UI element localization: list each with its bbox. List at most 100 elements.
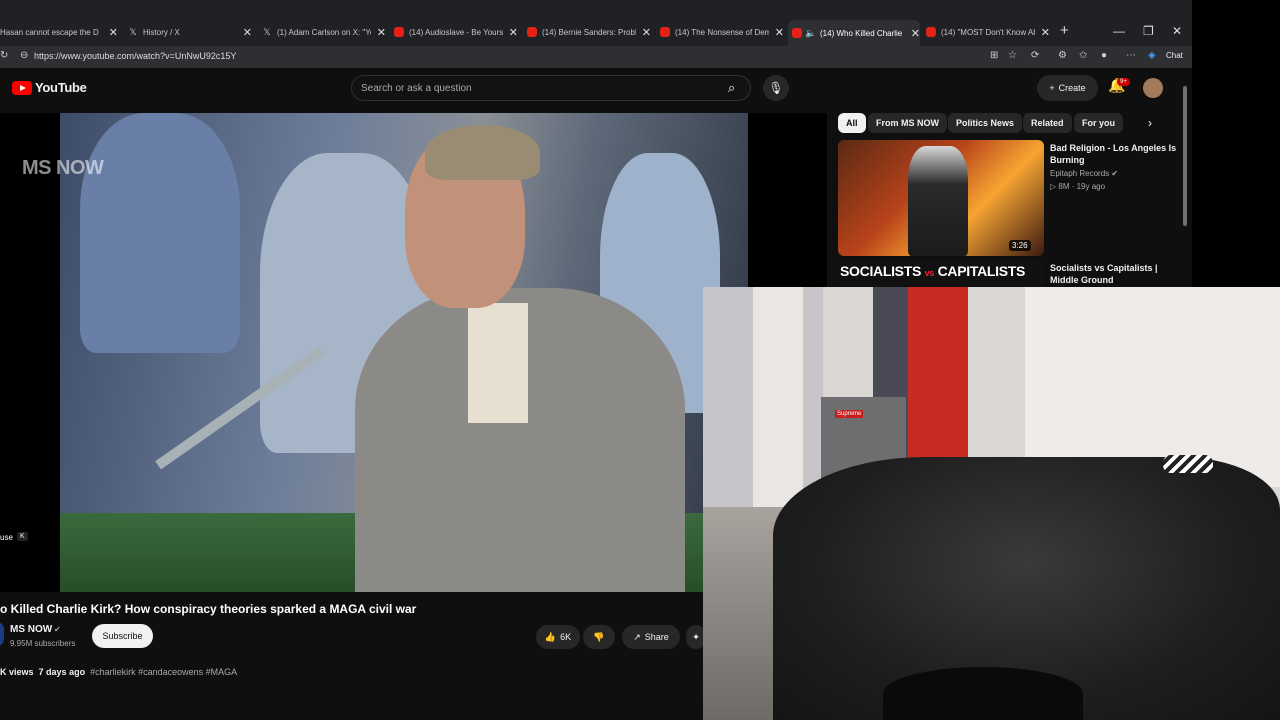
recommendation-title[interactable]: Socialists vs Capitalists | Middle Groun… — [1050, 262, 1180, 286]
thumbnail-text-vs: vs — [924, 268, 935, 278]
channel-avatar[interactable] — [0, 622, 4, 646]
close-icon[interactable]: ✕ — [775, 26, 784, 39]
close-icon[interactable]: ✕ — [509, 26, 518, 39]
youtube-icon — [792, 28, 802, 38]
extensions-icon[interactable]: ⟳ — [1031, 50, 1039, 61]
address-bar: ↻ ⊖ https://www.youtube.com/watch?v=UnNw… — [0, 46, 1192, 68]
plus-icon: + — [1049, 83, 1055, 93]
close-icon[interactable]: ✕ — [642, 26, 651, 39]
video-subject-hair — [425, 125, 540, 180]
search-icon[interactable]: ⌕ — [728, 80, 735, 96]
video-background-person — [80, 113, 240, 353]
more-menu-icon[interactable]: ⋯ — [1126, 50, 1136, 61]
x-logo-icon: 𝕏 — [129, 27, 137, 37]
youtube-play-icon — [12, 80, 32, 95]
more-icon: ✦ — [692, 631, 700, 642]
chip-politics-news[interactable]: Politics News — [948, 113, 1023, 133]
chip-all[interactable]: All — [838, 113, 866, 133]
youtube-icon — [527, 27, 537, 37]
browser-tab[interactable]: Hasan cannot escape the D ✕ — [0, 22, 118, 42]
search-box[interactable]: Search or ask a question ⌕ — [351, 75, 751, 101]
browser-tab[interactable]: (14) Audioslave - Be Yoursel ✕ — [394, 22, 518, 42]
channel-watermark: MS NOW — [22, 157, 104, 179]
chip-from-ms-now[interactable]: From MS NOW — [868, 113, 947, 133]
webcam-fridge-sticker: Supreme — [835, 410, 864, 418]
verified-icon: ✔ — [54, 625, 61, 634]
tab-title: (1) Adam Carlson on X: "Yo — [277, 27, 371, 37]
logo-text: YouTube — [35, 80, 87, 95]
notification-badge: 9+ — [1117, 78, 1130, 86]
like-count: 6K — [560, 632, 572, 642]
avatar[interactable] — [1143, 78, 1163, 98]
new-tab-icon[interactable]: + — [1060, 22, 1069, 39]
close-icon[interactable]: ✕ — [109, 26, 118, 39]
recommendation-thumbnail[interactable] — [838, 140, 1044, 256]
favorites-icon[interactable]: ✩ — [1079, 50, 1087, 61]
thumbnail-text-right: CAPITALISTS — [937, 263, 1026, 279]
video-duration: 3:26 — [1009, 240, 1031, 251]
video-metadata: K views 7 days ago #charliekirk #candace… — [0, 667, 237, 677]
close-icon[interactable]: ✕ — [243, 26, 252, 39]
tab-title: (14) Who Killed Charlie K — [820, 28, 905, 38]
close-icon[interactable]: ✕ — [1041, 26, 1050, 39]
recommendation-thumbnail[interactable]: SOCIALISTS vs CAPITALISTS — [838, 260, 1044, 286]
close-icon[interactable]: ✕ — [377, 26, 386, 39]
share-button[interactable]: ↗ Share — [622, 625, 680, 649]
like-button[interactable]: 👍 6K — [536, 625, 580, 649]
url-field[interactable]: https://www.youtube.com/watch?v=UnNwU92c… — [34, 51, 236, 61]
chevron-right-icon[interactable]: › — [1148, 116, 1152, 130]
window-close-icon[interactable]: ✕ — [1172, 24, 1182, 38]
tab-title: (14) Audioslave - Be Yoursel — [409, 27, 503, 37]
subscribe-button[interactable]: Subscribe — [92, 624, 153, 648]
favorite-star-icon[interactable]: ☆ — [1008, 50, 1017, 61]
profile-icon[interactable]: ● — [1101, 50, 1107, 61]
webcam-chair — [883, 667, 1083, 720]
microphone-icon[interactable]: 🎙 — [763, 75, 789, 101]
webcam-pillow — [1163, 455, 1213, 473]
restore-icon[interactable]: ❐ — [1143, 24, 1154, 38]
channel-name[interactable]: MS NOW — [10, 624, 52, 635]
app-icon[interactable]: ⊞ — [990, 50, 998, 61]
copilot-icon[interactable]: ◈ — [1148, 50, 1156, 61]
youtube-logo[interactable]: YouTube — [12, 80, 87, 95]
thumbnail-text: SOCIALISTS vs CAPITALISTS — [840, 263, 1025, 279]
browser-tab-active[interactable]: 🔈 (14) Who Killed Charlie K ✕ — [788, 20, 920, 46]
tab-title: (14) The Nonsense of Demo — [675, 27, 769, 37]
create-button[interactable]: + Create — [1037, 75, 1098, 101]
video-hashtags[interactable]: #charliekirk #candaceowens #MAGA — [90, 667, 237, 677]
browser-tab[interactable]: 𝕏 (1) Adam Carlson on X: "Yo ✕ — [262, 22, 386, 42]
minimize-icon[interactable]: — — [1113, 24, 1125, 38]
refresh-icon[interactable]: ↻ — [0, 50, 8, 61]
dislike-button[interactable]: 👎 — [583, 625, 615, 649]
channel-name: Epitaph Records — [1050, 169, 1110, 178]
webcam-red-curtain — [908, 287, 968, 462]
x-logo-icon: 𝕏 — [263, 27, 271, 37]
video-subject-shirt — [468, 303, 528, 423]
pause-hint: use — [0, 533, 13, 542]
tab-title: (14) "MOST Don't Know Abo — [941, 27, 1035, 37]
tab-title: History / X — [143, 27, 180, 37]
create-label: Create — [1058, 83, 1086, 93]
recommendation-channel[interactable]: Epitaph Records ✔ — [1050, 169, 1118, 178]
chip-for-you[interactable]: For you — [1074, 113, 1123, 133]
thumbs-up-icon: 👍 — [544, 631, 557, 642]
share-label: Share — [644, 632, 669, 642]
subscriber-count: 9.95M subscribers — [10, 639, 76, 648]
browser-tab[interactable]: (14) "MOST Don't Know Abo ✕ — [926, 22, 1050, 42]
browser-tab[interactable]: (14) Bernie Sanders: Problem ✕ — [527, 22, 651, 42]
share-icon: ↗ — [633, 631, 641, 642]
browser-tab[interactable]: (14) The Nonsense of Demo ✕ — [660, 22, 784, 42]
speaker-icon[interactable]: 🔈 — [805, 28, 816, 38]
site-info-icon[interactable]: ⊖ — [20, 50, 28, 61]
webcam-overlay: Supreme — [703, 287, 1280, 720]
close-icon[interactable]: ✕ — [911, 27, 920, 40]
search-input[interactable]: Search or ask a question — [361, 83, 472, 94]
recommendation-title[interactable]: Bad Religion - Los Angeles Is Burning — [1050, 142, 1180, 166]
recommendation-stats: ▷ 8M · 19y ago — [1050, 182, 1105, 191]
chip-related[interactable]: Related — [1023, 113, 1072, 133]
browser-tab[interactable]: 𝕏 History / X ✕ — [128, 22, 252, 42]
verified-icon: ✔ — [1111, 169, 1119, 178]
extension-icon[interactable]: ⚙ — [1058, 50, 1067, 61]
scrollbar[interactable] — [1183, 86, 1187, 226]
chat-button[interactable]: Chat — [1166, 51, 1183, 60]
